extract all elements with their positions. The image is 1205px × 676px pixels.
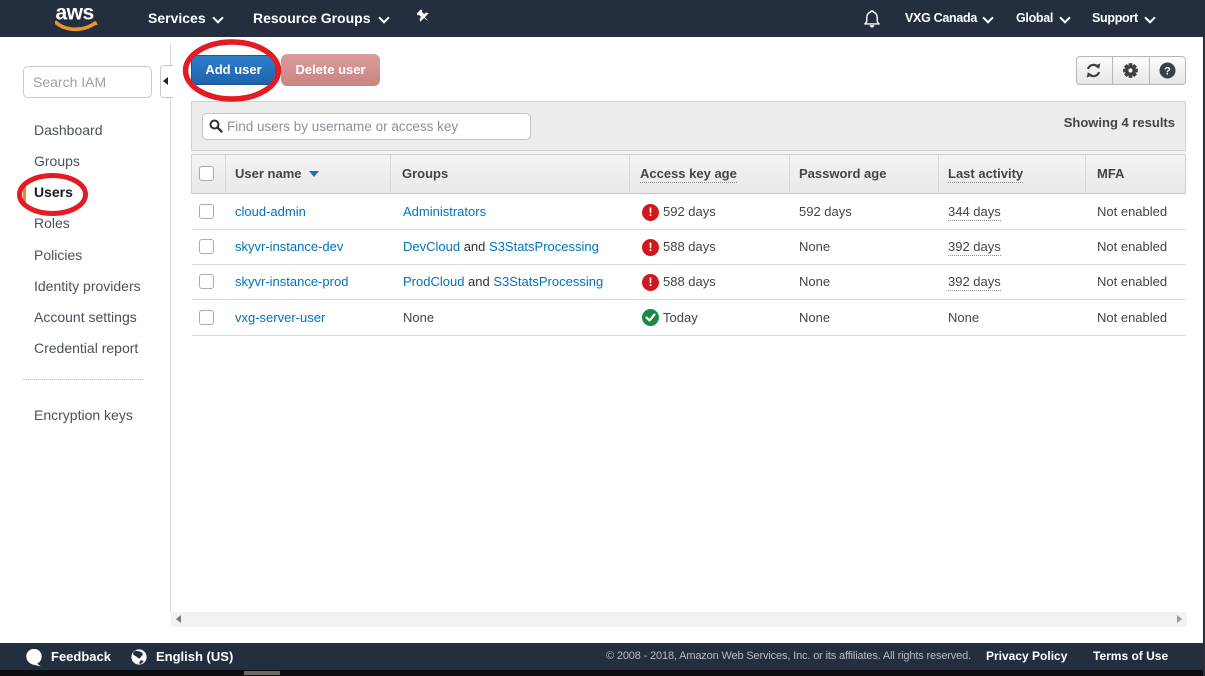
svg-text:aws: aws [56,3,94,25]
svg-text:?: ? [1164,66,1171,78]
